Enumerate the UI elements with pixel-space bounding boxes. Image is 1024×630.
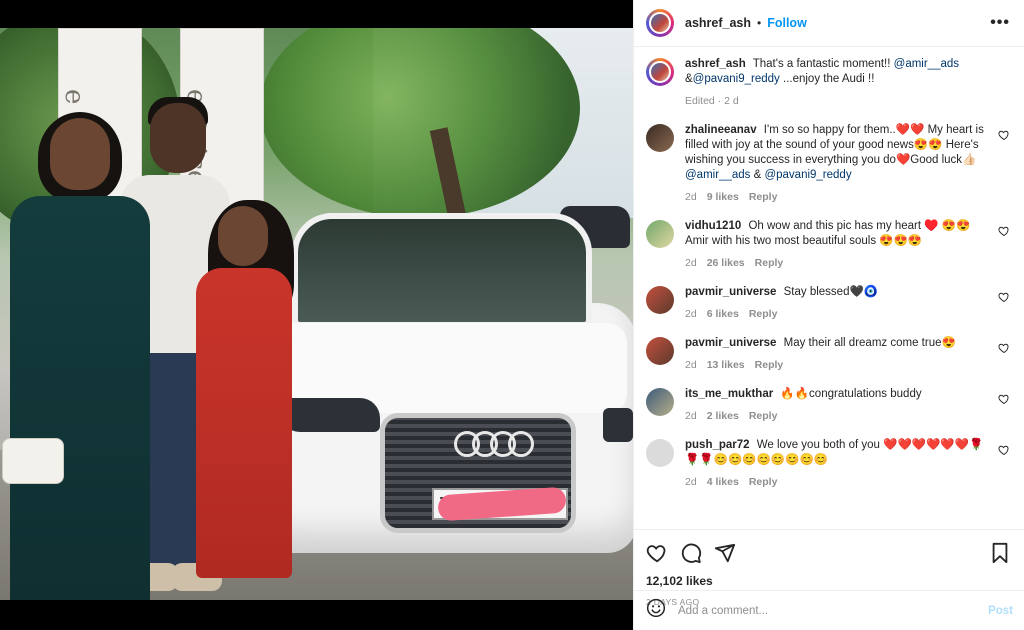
comment-likes[interactable]: 6 likes xyxy=(707,308,739,320)
caption-text: That's a fantastic moment!! xyxy=(752,58,891,70)
comment: its_me_mukthar 🔥🔥congratulations buddy 2… xyxy=(646,387,1010,424)
comment: pavmir_universe May their all dreamz com… xyxy=(646,336,1010,373)
comment-likes[interactable]: 9 likes xyxy=(707,191,739,203)
comment-time[interactable]: 2d xyxy=(685,359,697,371)
like-comment-heart-icon[interactable] xyxy=(998,129,1010,141)
comment-time[interactable]: 2d xyxy=(685,257,697,269)
mention-link[interactable]: @pavani9_reddy xyxy=(764,169,851,181)
mention-link[interactable]: @amir__ads xyxy=(894,58,959,70)
more-options-icon[interactable]: ••• xyxy=(990,14,1010,32)
action-icons xyxy=(646,538,1010,568)
mention-link[interactable]: @pavani9_reddy xyxy=(693,73,780,85)
follow-button[interactable]: Follow xyxy=(767,16,807,30)
comment-time[interactable]: 2d xyxy=(685,308,697,320)
handbag xyxy=(2,438,64,484)
comment-likes[interactable]: 13 likes xyxy=(707,359,745,371)
comment-input[interactable] xyxy=(678,604,989,617)
instagram-post-view: e Spice e Spice TN xyxy=(0,0,1024,630)
share-paper-plane-icon[interactable] xyxy=(714,542,736,564)
comment-text: & xyxy=(753,169,762,181)
comment-meta: 2d 4 likes Reply xyxy=(685,475,990,490)
like-comment-heart-icon[interactable] xyxy=(998,225,1010,237)
comment-username[interactable]: vidhu1210 xyxy=(685,220,741,232)
comment-meta: 2d 26 likes Reply xyxy=(685,256,990,271)
commenter-avatar[interactable] xyxy=(646,337,674,365)
comment-meta: 2d 2 likes Reply xyxy=(685,409,990,424)
photo-pane: e Spice e Spice TN xyxy=(0,0,633,630)
audi-logo-icon xyxy=(454,431,534,457)
comment: pavmir_universe Stay blessed🖤🧿 2d 6 likes… xyxy=(646,285,1010,322)
comment-text: May their all dreamz come true😍 xyxy=(783,337,956,349)
author-avatar[interactable] xyxy=(646,58,674,86)
caption-body: ashref_ash That's a fantastic moment!! @… xyxy=(685,57,1010,109)
comment-username[interactable]: pavmir_universe xyxy=(685,337,776,349)
author-username[interactable]: ashref_ash xyxy=(685,16,751,30)
reply-button[interactable]: Reply xyxy=(749,410,778,422)
commenter-avatar[interactable] xyxy=(646,220,674,248)
reply-button[interactable]: Reply xyxy=(755,359,784,371)
white-car: TN xyxy=(262,193,633,563)
like-comment-heart-icon[interactable] xyxy=(998,342,1010,354)
comment-username[interactable]: push_par72 xyxy=(685,439,750,451)
separator-dot: • xyxy=(757,16,762,30)
smiley-icon[interactable] xyxy=(646,598,666,623)
post-header: ashref_ash • Follow ••• xyxy=(634,0,1024,47)
save-bookmark-icon[interactable] xyxy=(990,542,1010,564)
comment: vidhu1210 Oh wow and this pic has my hea… xyxy=(646,219,1010,271)
caption-text: ...enjoy the Audi !! xyxy=(783,73,875,85)
caption-meta: Edited · 2 d xyxy=(685,95,739,107)
author-avatar[interactable] xyxy=(646,9,674,37)
mention-link[interactable]: @amir__ads xyxy=(685,169,750,181)
commenter-avatar[interactable] xyxy=(646,124,674,152)
comment-time[interactable]: 2d xyxy=(685,476,697,488)
like-comment-heart-icon[interactable] xyxy=(998,444,1010,456)
commenter-avatar[interactable] xyxy=(646,388,674,416)
caption-username[interactable]: ashref_ash xyxy=(685,58,746,70)
comment-username[interactable]: zhalineeanav xyxy=(685,124,757,136)
comment-likes[interactable]: 4 likes xyxy=(707,476,739,488)
reply-button[interactable]: Reply xyxy=(749,308,778,320)
comment-time[interactable]: 2d xyxy=(685,191,697,203)
comment-username[interactable]: its_me_mukthar xyxy=(685,388,773,400)
comment: push_par72 We love you both of you ❤️❤️❤… xyxy=(646,438,1010,490)
post-photo[interactable]: e Spice e Spice TN xyxy=(0,28,633,600)
reply-button[interactable]: Reply xyxy=(749,191,778,203)
comment-meta: 2d 13 likes Reply xyxy=(685,358,990,373)
car-windshield xyxy=(292,213,592,328)
comment-username[interactable]: pavmir_universe xyxy=(685,286,776,298)
like-comment-heart-icon[interactable] xyxy=(998,393,1010,405)
comment-time[interactable]: 2d xyxy=(685,410,697,422)
comment-text: Stay blessed🖤🧿 xyxy=(783,286,879,298)
comment-likes[interactable]: 26 likes xyxy=(707,257,745,269)
car-headlight-left xyxy=(280,398,380,432)
post-sidebar: ashref_ash • Follow ••• ashref_ash That'… xyxy=(633,0,1024,630)
add-comment-bar: Post xyxy=(634,590,1024,630)
post-comment-button[interactable]: Post xyxy=(988,605,1013,617)
car-headlight-right xyxy=(603,408,633,442)
comment-bubble-icon[interactable] xyxy=(680,542,702,564)
commenter-avatar[interactable] xyxy=(646,439,674,467)
commenter-avatar[interactable] xyxy=(646,286,674,314)
like-heart-icon[interactable] xyxy=(646,542,668,564)
reply-button[interactable]: Reply xyxy=(749,476,778,488)
comment-likes[interactable]: 2 likes xyxy=(707,410,739,422)
likes-count[interactable]: 12,102 likes xyxy=(646,574,1010,588)
comment-text: 🔥🔥congratulations buddy xyxy=(780,388,922,400)
like-comment-heart-icon[interactable] xyxy=(998,291,1010,303)
reply-button[interactable]: Reply xyxy=(755,257,784,269)
comment: zhalineeanav I'm so so happy for them..❤… xyxy=(646,123,1010,205)
caption-text: & xyxy=(685,73,693,85)
caption: ashref_ash That's a fantastic moment!! @… xyxy=(646,57,1010,109)
comment-meta: 2d 9 likes Reply xyxy=(685,190,990,205)
comment-meta: 2d 6 likes Reply xyxy=(685,307,990,322)
comments-list[interactable]: ashref_ash That's a fantastic moment!! @… xyxy=(634,47,1024,529)
